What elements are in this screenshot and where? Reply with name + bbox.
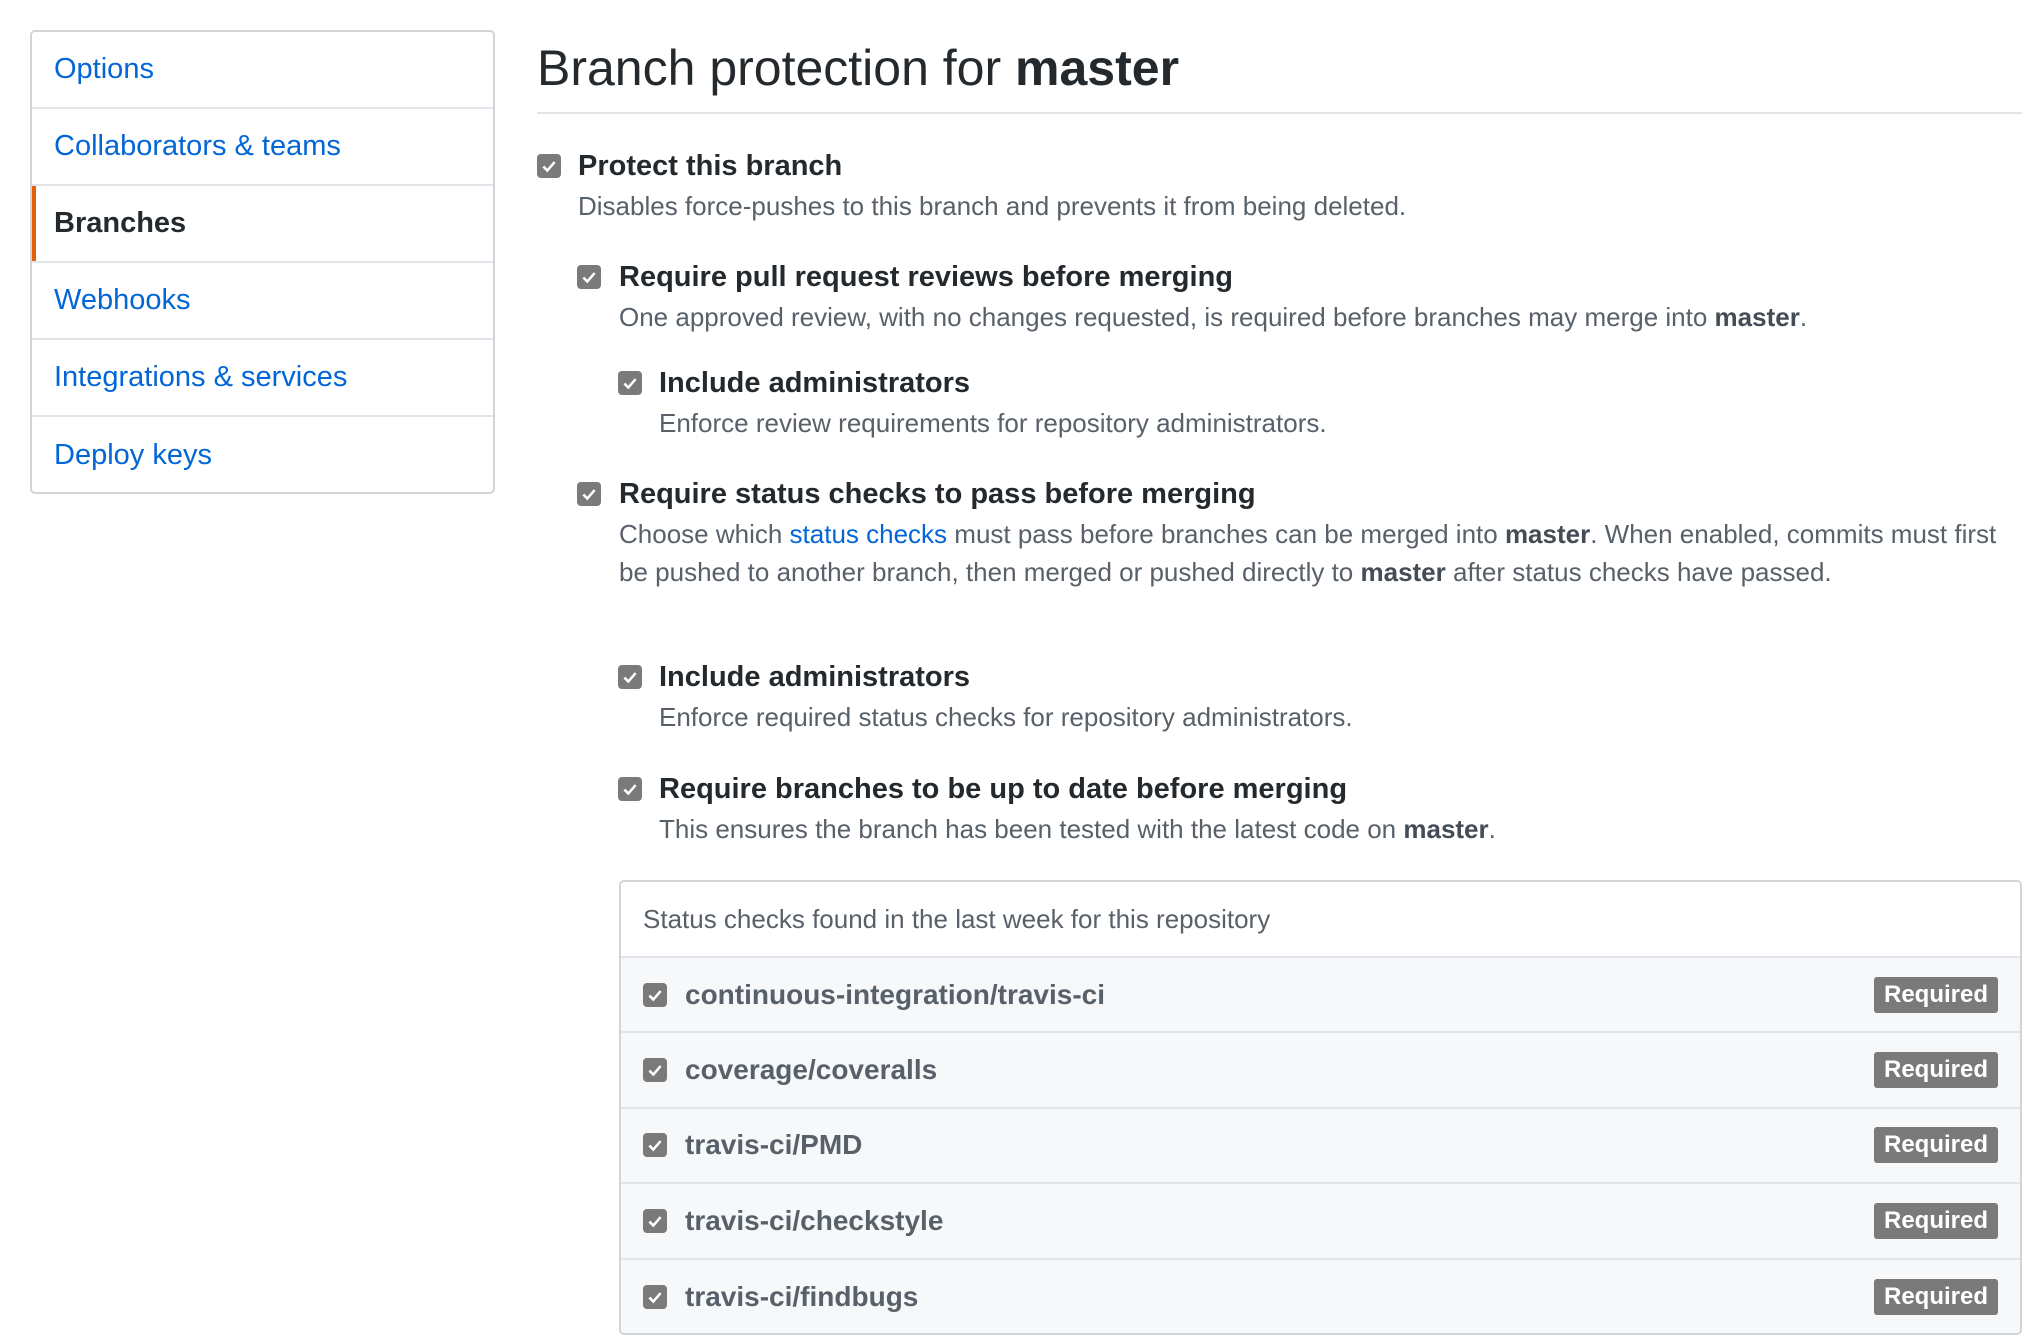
main-content: Branch protection for master (537, 30, 2022, 114)
status-check-checkbox[interactable] (643, 1285, 667, 1310)
status-check-checkbox[interactable] (643, 1058, 667, 1083)
reviews-include-admins-checkbox[interactable] (618, 371, 642, 395)
require-reviews-label: Require pull request reviews before merg… (619, 261, 1233, 293)
table-row: continuous-integration/travis-ci Require… (621, 958, 2020, 1034)
required-badge: Required (1873, 976, 1998, 1013)
checkmark-icon (648, 1065, 662, 1077)
checkmark-icon (648, 1216, 662, 1228)
required-badge: Required (1873, 1279, 1998, 1316)
reviews-include-admins-label: Include administrators (659, 367, 971, 399)
checkmark-icon (648, 1140, 662, 1152)
require-status-checks-label: Require status checks to pass before mer… (619, 478, 1256, 510)
desc-text: Choose which (619, 519, 790, 549)
sidebar-item-label: Webhooks (54, 284, 191, 316)
table-row: travis-ci/PMD Required (621, 1108, 2020, 1185)
status-include-admins-label: Include administrators (659, 661, 971, 693)
sidebar-item-collaborators-teams[interactable]: Collaborators & teams (32, 109, 493, 186)
required-badge: Required (1873, 1127, 1998, 1164)
sidebar-item-label: Options (54, 53, 154, 85)
require-reviews-desc: One approved review, with no changes req… (619, 298, 2019, 336)
protect-branch-desc: Disables force-pushes to this branch and… (578, 191, 1407, 221)
desc-text: after status checks have passed. (1445, 557, 1832, 587)
desc-text: One approved review, with no changes req… (619, 302, 1715, 332)
require-status-checks-checkbox[interactable] (577, 482, 601, 506)
checkmark-icon (542, 161, 556, 173)
required-badge: Required (1873, 1052, 1998, 1089)
checkmark-icon (648, 989, 662, 1002)
settings-sidebar: Options Collaborators & teams Branches W… (30, 30, 495, 494)
sidebar-item-deploy-keys[interactable]: Deploy keys (32, 417, 493, 492)
desc-branch: master (1504, 519, 1591, 549)
page-title-prefix: Branch protection for (537, 40, 1016, 96)
require-up-to-date-desc: This ensures the branch has been tested … (659, 810, 2019, 848)
desc-branch: master (1360, 557, 1446, 587)
required-badge: Required (1873, 1202, 1998, 1239)
reviews-include-admins-desc: Enforce review requirements for reposito… (659, 408, 1327, 438)
checkmark-icon (623, 378, 637, 390)
page-title: Branch protection for master (537, 30, 2022, 114)
status-include-admins-desc: Enforce required status checks for repos… (659, 702, 1353, 732)
table-row: coverage/coveralls Required (621, 1033, 2020, 1109)
status-check-checkbox[interactable] (643, 1133, 667, 1158)
sidebar-item-label: Deploy keys (54, 439, 212, 471)
desc-branch: master (1714, 302, 1800, 332)
desc-text: . (1799, 302, 1808, 332)
protect-branch-label: Protect this branch (578, 150, 843, 182)
desc-text: This ensures the branch has been tested … (659, 814, 1404, 844)
status-checks-heading: Status checks found in the last week for… (621, 882, 2020, 958)
sidebar-item-label: Integrations & services (54, 361, 348, 393)
table-row: travis-ci/checkstyle Required (621, 1184, 2020, 1260)
status-include-admins-checkbox[interactable] (618, 665, 642, 689)
sidebar-item-integrations-services[interactable]: Integrations & services (32, 340, 493, 417)
protect-branch-checkbox[interactable] (537, 154, 561, 178)
sidebar-item-webhooks[interactable]: Webhooks (32, 263, 493, 340)
status-check-name: travis-ci/PMD (685, 1129, 863, 1161)
status-check-name: travis-ci/checkstyle (685, 1204, 944, 1236)
checkmark-icon (582, 272, 596, 284)
page-title-branch: master (1015, 40, 1180, 96)
status-check-name: continuous-integration/travis-ci (685, 978, 1106, 1010)
sidebar-item-label: Branches (54, 207, 187, 239)
status-check-checkbox[interactable] (643, 982, 667, 1007)
status-check-checkbox[interactable] (643, 1208, 667, 1233)
table-row: travis-ci/findbugs Required (621, 1259, 2020, 1333)
checkmark-icon (582, 489, 596, 501)
require-up-to-date-label: Require branches to be up to date before… (659, 773, 1348, 805)
sidebar-item-label: Collaborators & teams (54, 130, 341, 162)
status-checks-link[interactable]: status checks (790, 519, 948, 549)
require-status-checks-desc: Choose which status checks must pass bef… (619, 515, 2019, 591)
require-up-to-date-checkbox[interactable] (618, 777, 642, 801)
sidebar-item-options[interactable]: Options (32, 32, 493, 109)
status-check-name: travis-ci/findbugs (685, 1281, 919, 1313)
sidebar-item-branches[interactable]: Branches (32, 186, 493, 263)
status-checks-table: Status checks found in the last week for… (619, 880, 2022, 1335)
require-reviews-checkbox[interactable] (577, 265, 601, 289)
checkmark-icon (648, 1292, 662, 1304)
branch-protection-page: Options Collaborators & teams Branches W… (0, 0, 2044, 1340)
checkmark-icon (623, 672, 637, 684)
desc-text: must pass before branches can be merged … (947, 519, 1505, 549)
desc-text: . (1488, 814, 1496, 844)
desc-branch: master (1403, 814, 1489, 844)
checkmark-icon (623, 784, 637, 796)
status-check-name: coverage/coveralls (685, 1054, 938, 1086)
